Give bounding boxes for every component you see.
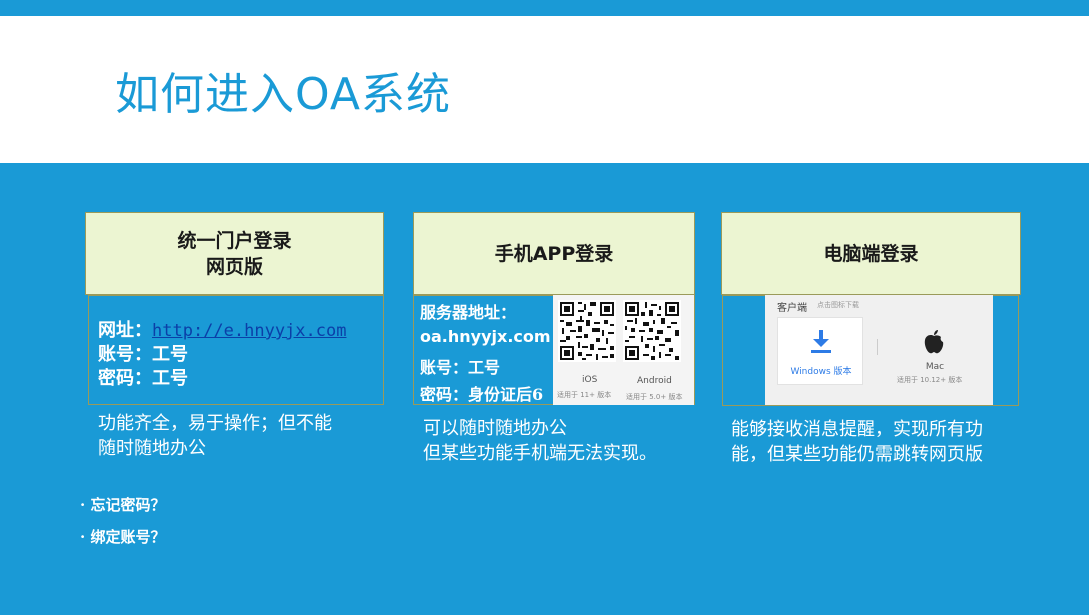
mac-version-note: 适用于 10.12+ 版本	[897, 376, 963, 384]
platform-divider	[877, 339, 878, 355]
download-icon	[811, 330, 831, 353]
portal-url-label: 网址：	[98, 320, 152, 341]
windows-download-button[interactable]: Windows 版本	[777, 317, 863, 385]
client-download-hint: 点击图标下载	[817, 301, 859, 309]
mobile-heading-text: 手机APP登录	[494, 242, 614, 265]
client-download-panel: 客户端 点击图标下载 Windows 版本 Mac 适用于 10.12+ 版本	[765, 295, 993, 405]
portal-url-row: 网址：http://e.hnyyjx.com	[98, 316, 346, 342]
desktop-desc-line1: 能够接收消息提醒，实现所有功	[731, 419, 983, 440]
mobile-server-label: 服务器地址：	[420, 303, 517, 322]
mobile-desc-line2: 但某些功能手机端无法实现。	[423, 443, 657, 464]
mobile-account: 账号：工号	[420, 358, 501, 377]
portal-heading: 统一门户登录 网页版	[85, 212, 384, 295]
ios-version-note: 适用于 11+ 版本	[557, 391, 612, 399]
qr-download-panel: iOS 适用于 11+ 版本 Android 适用于 5.0+ 版本	[553, 295, 694, 405]
portal-heading-line1: 统一门户登录	[177, 229, 292, 252]
mobile-heading: 手机APP登录	[413, 212, 695, 295]
windows-label: Windows 版本	[790, 367, 852, 377]
android-version-note: 适用于 5.0+ 版本	[626, 393, 683, 401]
portal-description: 功能齐全，易于操作；但不能 随时随地办公	[98, 411, 332, 461]
forgot-password-link[interactable]: · 忘记密码？	[80, 494, 165, 515]
bind-account-link[interactable]: · 绑定账号？	[80, 526, 165, 547]
desktop-heading: 电脑端登录	[721, 212, 1021, 295]
desktop-heading-text: 电脑端登录	[823, 242, 919, 265]
mobile-server-address: oa.hnyyjx.com	[420, 327, 551, 346]
android-label: Android	[637, 376, 672, 386]
desktop-desc-line2: 能，但某些功能仍需跳转网页版	[731, 444, 983, 465]
portal-url-link[interactable]: http://e.hnyyjx.com	[152, 321, 346, 341]
mac-label: Mac	[925, 362, 945, 372]
mobile-password: 密码：身份证后6	[420, 385, 544, 404]
portal-desc-line1: 功能齐全，易于操作；但不能	[98, 413, 332, 434]
client-title: 客户端	[777, 303, 807, 314]
ios-qr-code[interactable]	[558, 300, 616, 362]
portal-account: 账号：工号	[98, 344, 188, 365]
top-strip	[0, 0, 1089, 16]
page-title: 如何进入OA系统	[115, 69, 451, 120]
desktop-description: 能够接收消息提醒，实现所有功 能，但某些功能仍需跳转网页版	[731, 417, 983, 467]
ios-label: iOS	[582, 375, 598, 385]
mobile-description: 可以随时随地办公 但某些功能手机端无法实现。	[423, 416, 657, 466]
portal-desc-line2: 随时随地办公	[98, 438, 206, 459]
portal-password: 密码：工号	[98, 368, 188, 389]
portal-heading-line2: 网页版	[205, 255, 263, 278]
apple-icon[interactable]	[923, 329, 945, 355]
android-qr-code[interactable]	[623, 300, 681, 362]
mobile-desc-line1: 可以随时随地办公	[423, 418, 567, 439]
